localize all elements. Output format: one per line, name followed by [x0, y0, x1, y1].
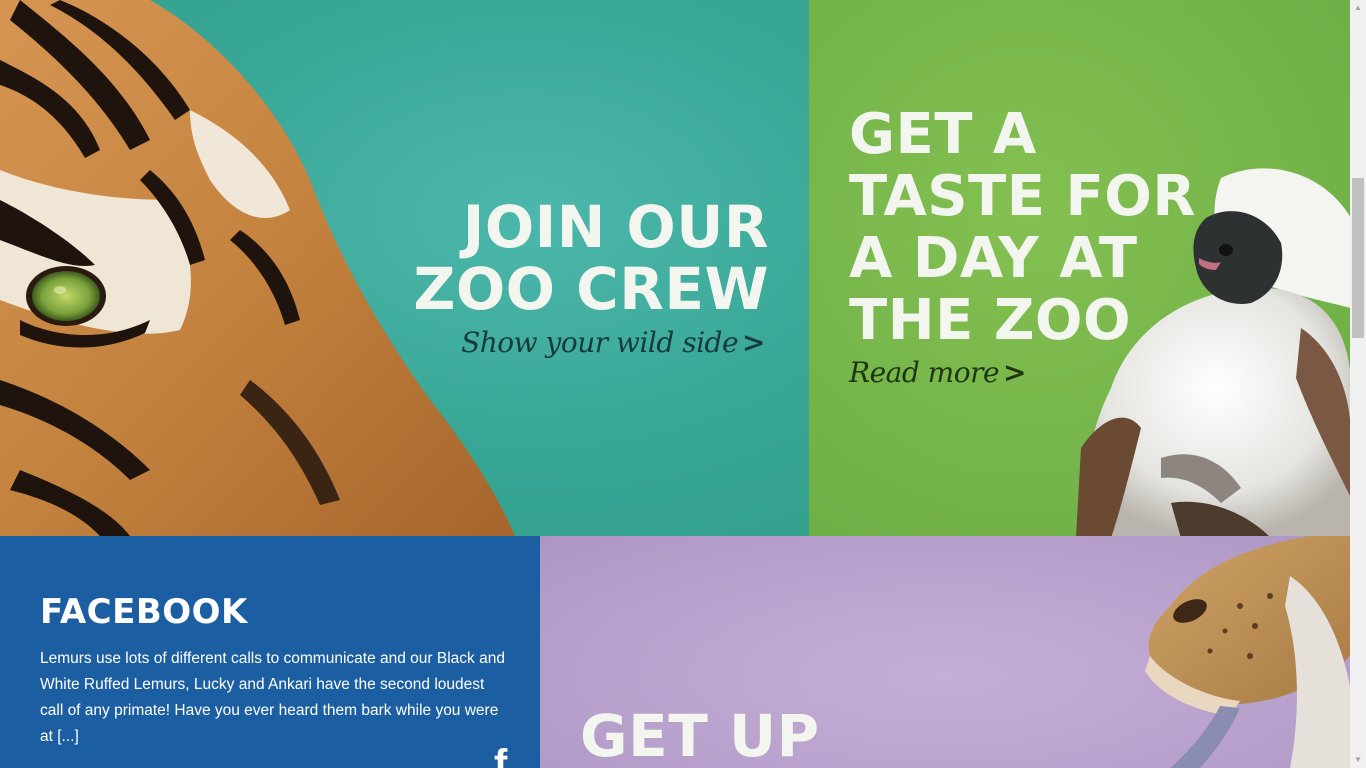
- tile-get-up[interactable]: GET UP: [540, 536, 1350, 768]
- scroll-up-arrow-icon[interactable]: ▲: [1350, 0, 1366, 16]
- facebook-icon[interactable]: f: [494, 744, 507, 768]
- tile-facebook[interactable]: FACEBOOK Lemurs use lots of different ca…: [0, 536, 540, 768]
- show-wild-side-label: Show your wild side: [461, 326, 739, 359]
- facebook-post-text: Lemurs use lots of different calls to co…: [40, 650, 505, 745]
- chevron-right-icon: >: [742, 326, 765, 359]
- giraffe-image: [1145, 536, 1350, 768]
- taste-title: GET A TASTE FOR A DAY AT THE ZOO: [849, 102, 1196, 353]
- chevron-right-icon: >: [1003, 356, 1027, 389]
- scroll-down-arrow-icon[interactable]: ▼: [1350, 752, 1366, 768]
- read-more-link[interactable]: Read more >: [849, 356, 1027, 389]
- facebook-title: FACEBOOK: [40, 592, 248, 632]
- read-more-label: Read more: [849, 356, 1000, 389]
- getup-title: GET UP: [580, 702, 820, 768]
- tile-get-a-taste[interactable]: GET A TASTE FOR A DAY AT THE ZOO Read mo…: [809, 0, 1350, 536]
- tile-join-zoo-crew[interactable]: JOIN OUR ZOO CREW Show your wild side >: [0, 0, 809, 536]
- crew-title: JOIN OUR ZOO CREW: [413, 193, 769, 323]
- show-wild-side-link[interactable]: Show your wild side >: [461, 326, 765, 359]
- page-scrollbar[interactable]: ▲ ▼: [1350, 0, 1366, 768]
- scrollbar-thumb[interactable]: [1352, 178, 1364, 338]
